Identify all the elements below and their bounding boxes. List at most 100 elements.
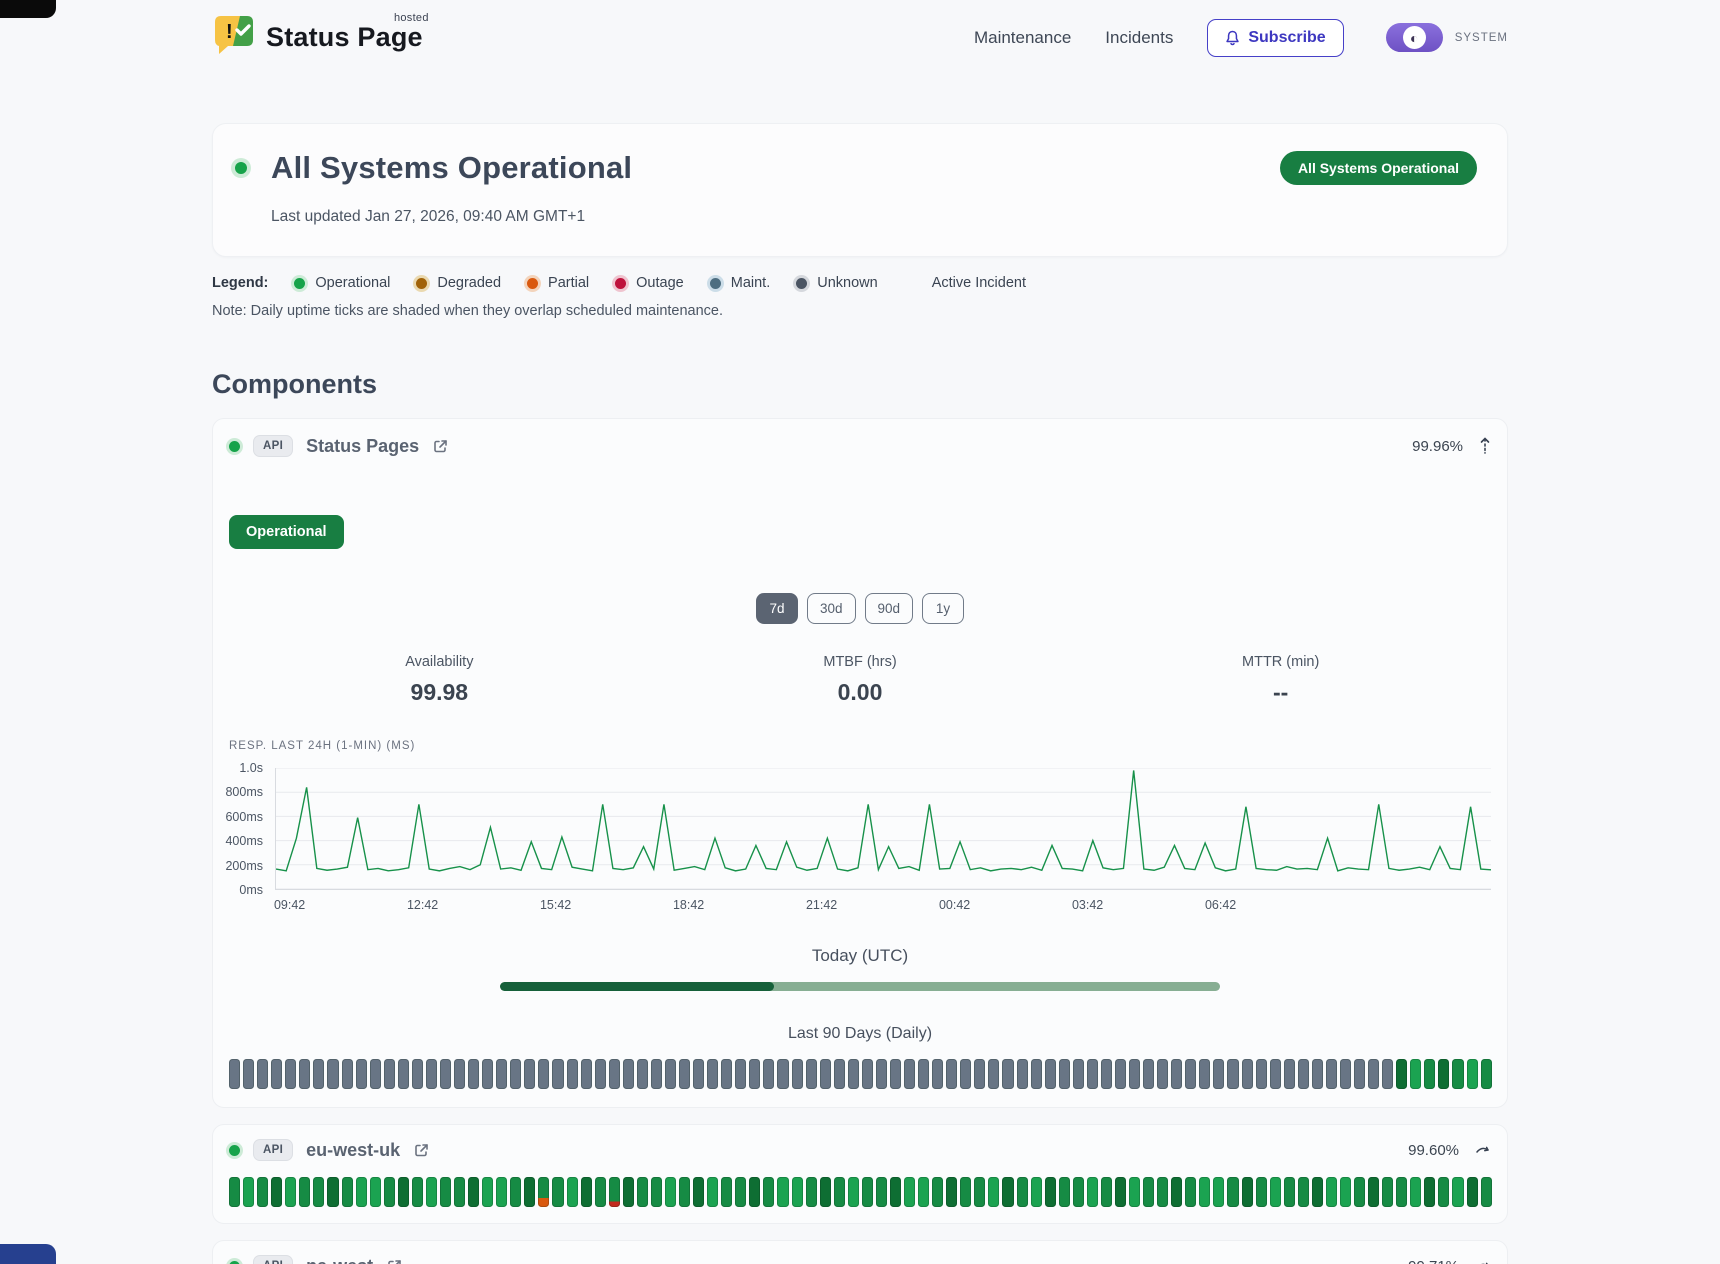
uptime-tick[interactable] [1213,1177,1224,1207]
uptime-tick[interactable] [1410,1177,1421,1207]
uptime-tick[interactable] [806,1177,817,1207]
uptime-tick[interactable] [1073,1059,1084,1089]
uptime-tick[interactable] [510,1177,521,1207]
uptime-tick[interactable] [1059,1059,1070,1089]
uptime-tick[interactable] [285,1177,296,1207]
uptime-tick[interactable] [384,1059,395,1089]
uptime-tick[interactable] [876,1177,887,1207]
uptime-tick[interactable] [1157,1177,1168,1207]
uptime-tick[interactable] [820,1177,831,1207]
uptime-tick[interactable] [777,1059,788,1089]
uptime-tick[interactable] [609,1177,620,1207]
uptime-tick[interactable] [313,1177,324,1207]
uptime-tick[interactable] [679,1177,690,1207]
external-link-icon[interactable] [432,438,449,455]
uptime-tick[interactable] [1129,1177,1140,1207]
uptime-tick[interactable] [581,1059,592,1089]
uptime-tick[interactable] [749,1059,760,1089]
uptime-tick[interactable] [1312,1177,1323,1207]
uptime-tick[interactable] [890,1177,901,1207]
uptime-tick[interactable] [1326,1177,1337,1207]
uptime-tick[interactable] [285,1059,296,1089]
expand-icon[interactable] [1475,1260,1491,1264]
uptime-tick[interactable] [1059,1177,1070,1207]
uptime-tick[interactable] [609,1059,620,1089]
uptime-tick[interactable] [342,1177,353,1207]
uptime-tick[interactable] [749,1177,760,1207]
uptime-tick[interactable] [904,1177,915,1207]
uptime-tick[interactable] [1382,1059,1393,1089]
uptime-tick[interactable] [342,1059,353,1089]
uptime-tick[interactable] [257,1177,268,1207]
uptime-tick[interactable] [1087,1059,1098,1089]
uptime-tick[interactable] [1312,1059,1323,1089]
uptime-tick[interactable] [567,1177,578,1207]
uptime-tick[interactable] [482,1059,493,1089]
uptime-tick[interactable] [792,1177,803,1207]
uptime-tick[interactable] [412,1177,423,1207]
uptime-tick[interactable] [1284,1177,1295,1207]
uptime-tick[interactable] [1171,1177,1182,1207]
uptime-tick[interactable] [1045,1059,1056,1089]
uptime-tick[interactable] [1340,1177,1351,1207]
collapse-icon[interactable] [1479,437,1491,455]
uptime-tick[interactable] [1284,1059,1295,1089]
uptime-tick[interactable] [1185,1059,1196,1089]
uptime-tick[interactable] [735,1059,746,1089]
uptime-tick[interactable] [932,1059,943,1089]
uptime-tick[interactable] [299,1177,310,1207]
uptime-tick[interactable] [679,1059,690,1089]
uptime-tick[interactable] [1143,1059,1154,1089]
uptime-tick[interactable] [1424,1177,1435,1207]
uptime-tick[interactable] [1438,1059,1449,1089]
uptime-tick[interactable] [356,1177,367,1207]
uptime-tick[interactable] [538,1059,549,1089]
uptime-tick[interactable] [693,1059,704,1089]
uptime-tick[interactable] [1199,1177,1210,1207]
uptime-tick[interactable] [721,1059,732,1089]
uptime-tick[interactable] [1256,1059,1267,1089]
uptime-tick[interactable] [1481,1177,1492,1207]
uptime-tick[interactable] [904,1059,915,1089]
uptime-tick[interactable] [665,1059,676,1089]
uptime-tick[interactable] [918,1059,929,1089]
uptime-tick[interactable] [243,1177,254,1207]
external-link-icon[interactable] [386,1258,403,1264]
nav-maintenance[interactable]: Maintenance [974,28,1071,48]
uptime-tick[interactable] [1002,1059,1013,1089]
uptime-tick[interactable] [763,1059,774,1089]
uptime-tick[interactable] [257,1059,268,1089]
uptime-tick[interactable] [960,1177,971,1207]
uptime-tick[interactable] [412,1059,423,1089]
uptime-tick[interactable] [595,1177,606,1207]
uptime-tick[interactable] [862,1177,873,1207]
uptime-tick[interactable] [1438,1177,1449,1207]
uptime-tick[interactable] [946,1059,957,1089]
uptime-tick[interactable] [1199,1059,1210,1089]
uptime-tick[interactable] [1087,1177,1098,1207]
uptime-tick[interactable] [834,1059,845,1089]
uptime-tick[interactable] [1354,1177,1365,1207]
external-link-icon[interactable] [413,1142,430,1159]
uptime-tick[interactable] [918,1177,929,1207]
uptime-tick[interactable] [988,1177,999,1207]
uptime-tick[interactable] [384,1177,395,1207]
uptime-tick[interactable] [581,1177,592,1207]
subscribe-button[interactable]: Subscribe [1207,19,1343,57]
uptime-tick[interactable] [974,1177,985,1207]
uptime-tick[interactable] [1467,1059,1478,1089]
uptime-tick[interactable] [482,1177,493,1207]
uptime-tick[interactable] [637,1059,648,1089]
uptime-tick[interactable] [595,1059,606,1089]
uptime-tick[interactable] [651,1177,662,1207]
uptime-tick[interactable] [1227,1059,1238,1089]
uptime-tick[interactable] [1467,1177,1478,1207]
uptime-tick[interactable] [960,1059,971,1089]
uptime-tick[interactable] [1213,1059,1224,1089]
uptime-tick[interactable] [1326,1059,1337,1089]
uptime-tick[interactable] [763,1177,774,1207]
uptime-tick[interactable] [1270,1177,1281,1207]
uptime-tick[interactable] [243,1059,254,1089]
uptime-tick[interactable] [651,1059,662,1089]
uptime-tick[interactable] [271,1059,282,1089]
